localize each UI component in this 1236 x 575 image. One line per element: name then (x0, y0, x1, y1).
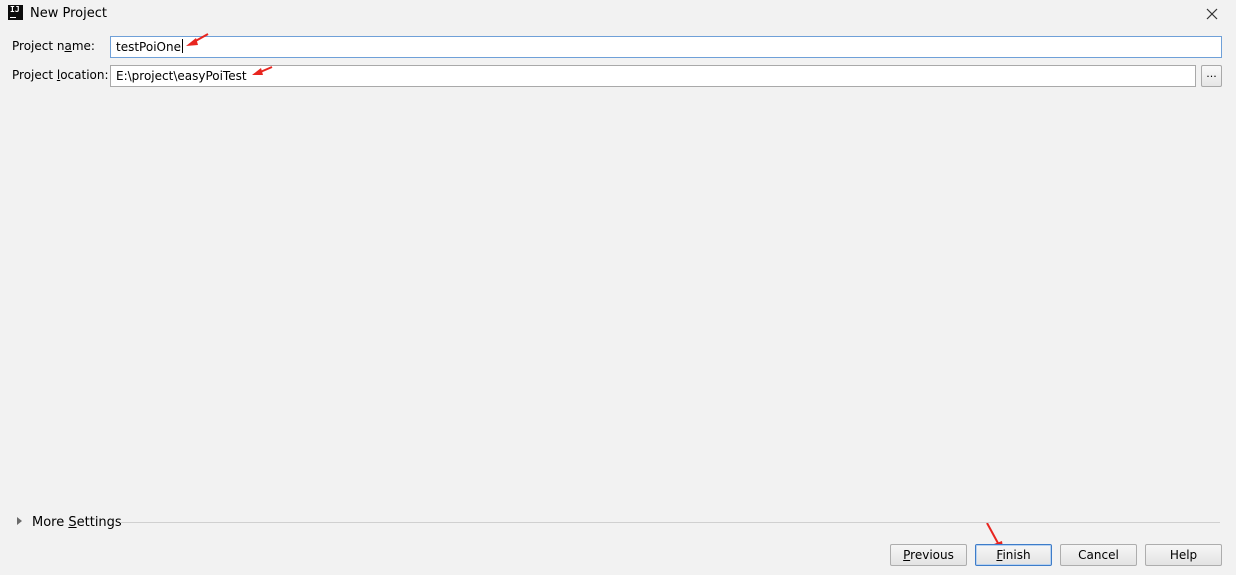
finish-button[interactable]: Finish (975, 544, 1052, 566)
close-icon (1206, 8, 1218, 20)
title-bar (0, 0, 1236, 28)
expand-triangle-icon[interactable] (14, 514, 26, 528)
project-location-label: Project location: (12, 68, 109, 82)
intellij-logo-icon: IJ (8, 5, 23, 20)
browse-button[interactable]: ... (1201, 65, 1222, 87)
window-title: New Project (30, 6, 107, 21)
cancel-button[interactable]: Cancel (1060, 544, 1137, 566)
project-location-input[interactable]: E:\project\easyPoiTest (110, 65, 1196, 87)
text-caret (181, 39, 183, 53)
previous-button[interactable]: Previous (890, 544, 967, 566)
project-name-label: Project name: (12, 39, 95, 53)
project-name-input[interactable]: testPoiOne (110, 36, 1222, 58)
more-settings-toggle[interactable]: More Settings (32, 515, 122, 530)
help-button[interactable]: Help (1145, 544, 1222, 566)
settings-divider (120, 522, 1220, 523)
close-button[interactable] (1200, 2, 1224, 26)
